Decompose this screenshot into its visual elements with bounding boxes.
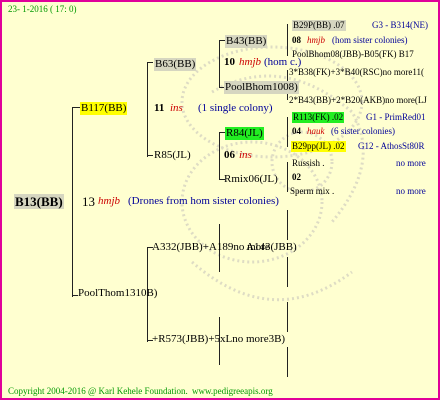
q1-breeder: ins (170, 102, 183, 114)
connector-line (287, 162, 288, 192)
q121-year: 06 (224, 149, 235, 161)
queen-b29pp[interactable]: B29pp(JL) .02 (291, 141, 346, 152)
queen-poolbhom08[interactable]: PoolBhom08(JBB)-B05(FK) B17 (292, 50, 414, 59)
r8-ref: G12 - AthosSt80R (358, 141, 425, 151)
r6-ref: G1 - PrimRed01 (366, 112, 426, 122)
queen-r573[interactable]: +R573(JBB)+5xLno more3B) (152, 334, 285, 345)
r7-breeder: hauk (307, 126, 325, 136)
queen-2xb43[interactable]: 2*B43(BB)+2*B20(AKB)no more(LJ (289, 96, 427, 105)
queen-sperm-mix[interactable]: Sperm mix . (290, 187, 334, 196)
r1-ref: G3 - B314(NE) (372, 20, 428, 30)
r2-year: 08 (292, 35, 301, 45)
connector-line (287, 117, 288, 147)
q1-year: 11 (154, 102, 165, 114)
connector-line (147, 155, 153, 156)
queen-r85[interactable]: R85(JL) (154, 150, 191, 161)
r7-year: 04 (292, 126, 301, 136)
root-description: (Drones from hom sister colonies) (128, 195, 279, 207)
connector-line (219, 40, 220, 88)
q121-breeder: ins (239, 149, 252, 161)
queen-russish[interactable]: Russish . (292, 159, 325, 168)
connector-line (72, 107, 80, 108)
queen-rmix06[interactable]: Rmix06(JL) (224, 174, 278, 185)
queen-b117[interactable]: B117(BB) (80, 102, 128, 115)
connector-line (72, 107, 73, 297)
queen-r113[interactable]: R113(FK) .02 (292, 112, 345, 123)
website-link[interactable]: www.pedigreeapis.org (192, 387, 273, 396)
q1-description: (1 single colony) (198, 102, 273, 114)
date-stamp: 23- 1-2016 ( 17: 0) (8, 4, 77, 14)
r2-breeder: hmjb (307, 35, 325, 45)
queen-b63[interactable]: B63(BB) (154, 58, 197, 71)
root-queen-label[interactable]: B13(BB) (14, 194, 64, 209)
connector-line (147, 62, 148, 157)
queen-a143[interactable]: A143(JBB) (246, 242, 297, 253)
connector-line (147, 62, 153, 63)
connector-line (287, 24, 288, 56)
queen-b43[interactable]: B43(BB) (225, 35, 268, 48)
q111-breeder: hmjb (239, 56, 261, 68)
r9-ref: no more (396, 158, 426, 168)
connector-line (287, 210, 288, 240)
r10-ref: no more (396, 186, 426, 196)
connector-line (287, 257, 288, 287)
connector-line (219, 132, 220, 180)
r7-description: (6 sister colonies) (331, 126, 395, 136)
queen-poolthom1310[interactable]: PoolThom1310B) (78, 288, 157, 299)
root-breeder: hmjb (98, 195, 120, 207)
queen-3xb38[interactable]: 3*B38(FK)+3*B40(RSC)no more11( (289, 68, 424, 77)
queen-b29p[interactable]: B29P(BB) .07 (292, 20, 346, 31)
r2-description: (hom sister colonies) (332, 35, 408, 45)
pedigree-frame: 23- 1-2016 ( 17: 0) B13(BB) 13 hmjb (Dro… (0, 0, 440, 400)
root-year: 13 (82, 194, 95, 209)
q111-year: 10 (224, 56, 235, 68)
connector-line (287, 347, 288, 377)
copyright-text: Copyright 2004-2016 @ Karl Kehele Founda… (8, 386, 188, 396)
r122-year: 02 (292, 172, 301, 182)
connector-line (287, 302, 288, 332)
queen-poolbhom1008[interactable]: PoolBhom1008) (224, 81, 299, 94)
queen-r84[interactable]: R84(JL) (225, 127, 264, 140)
